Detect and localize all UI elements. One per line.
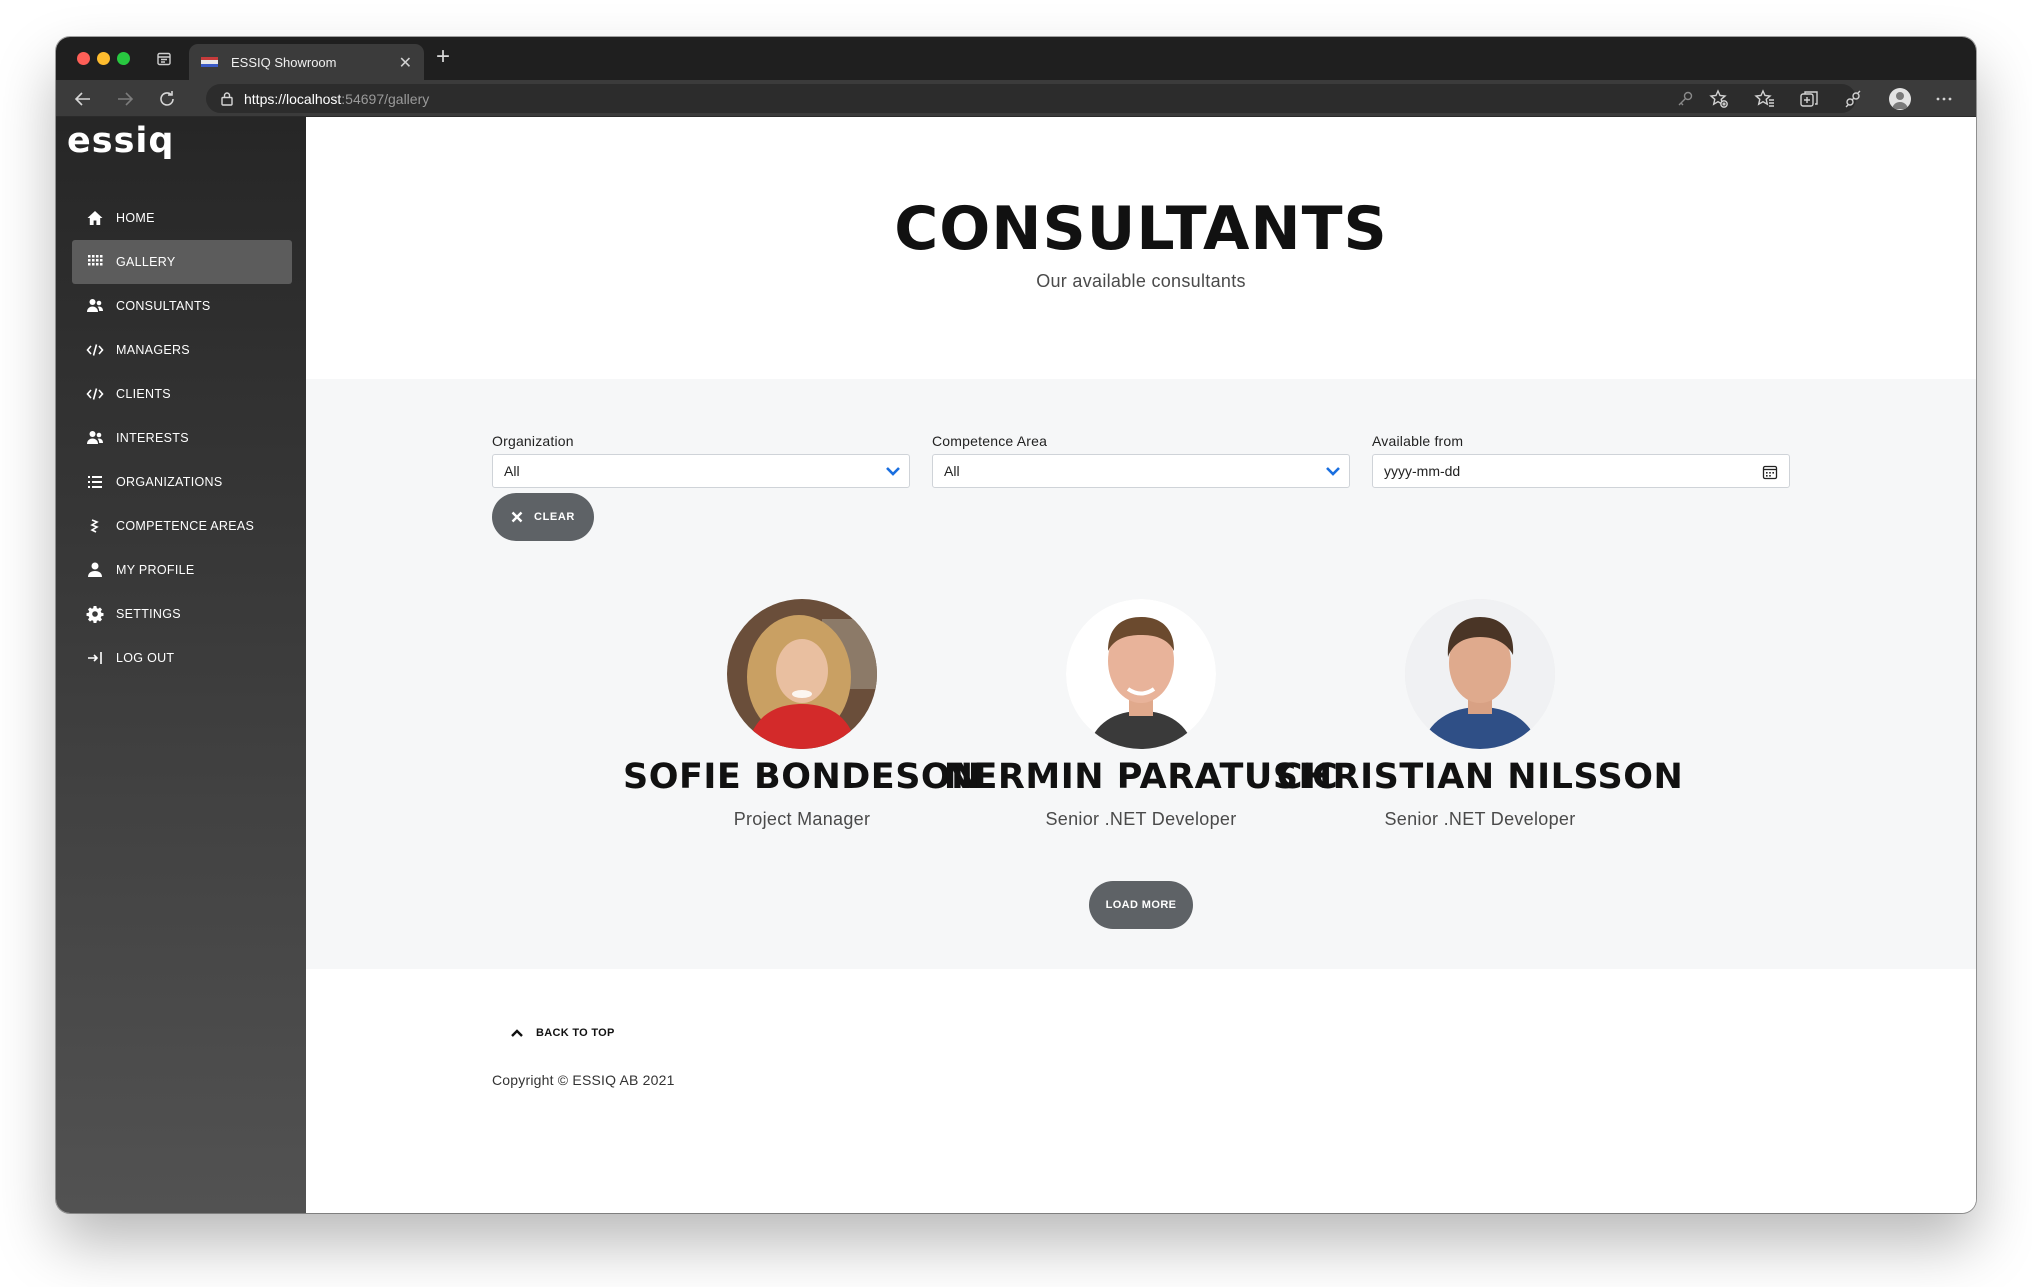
sidebar-item-clients[interactable]: CLIENTS — [72, 372, 292, 416]
favorites-icon[interactable] — [1754, 88, 1776, 110]
essiq-logo[interactable]: essiq — [67, 121, 174, 161]
app-root: essiq HOME GALLERY CONSULTANTS MANAGERS … — [56, 117, 1976, 1213]
consultant-photo[interactable] — [1066, 599, 1216, 749]
sidebar-item-label: HOME — [116, 211, 155, 225]
sidebar-item-label: INTERESTS — [116, 431, 189, 445]
sidebar-item-label: LOG OUT — [116, 651, 175, 665]
sidebar-item-settings[interactable]: SETTINGS — [72, 592, 292, 636]
browser-window: ESSIQ Showroom ✕ + https://localhost:546… — [56, 37, 1976, 1213]
collections-icon[interactable] — [1798, 88, 1820, 110]
profile-avatar[interactable] — [1889, 88, 1911, 110]
sidebar-item-label: MANAGERS — [116, 343, 190, 357]
back-to-top-link[interactable]: BACK TO TOP — [510, 1027, 615, 1039]
sidebar-item-interests[interactable]: INTERESTS — [72, 416, 292, 460]
logout-icon — [88, 652, 102, 664]
clear-filters-button[interactable]: CLEAR — [492, 493, 594, 541]
grid-icon — [88, 255, 103, 266]
url-bar[interactable]: https://localhost:54697/gallery — [206, 84, 1856, 113]
forward-arrow-icon[interactable] — [114, 88, 136, 110]
hero-section: CONSULTANTS Our available consultants — [306, 117, 1976, 379]
add-favorite-icon[interactable] — [1708, 88, 1730, 110]
gear-icon — [86, 606, 104, 623]
available-from-placeholder: yyyy-mm-dd — [1384, 463, 1461, 479]
available-from-filter: Available from yyyy-mm-dd — [1372, 433, 1790, 488]
sidebar-item-label: CONSULTANTS — [116, 299, 211, 313]
users-icon — [87, 431, 103, 444]
sidebar-nav: HOME GALLERY CONSULTANTS MANAGERS CLIENT… — [72, 196, 292, 680]
sidebar-item-home[interactable]: HOME — [72, 196, 292, 240]
favicon-icon — [201, 57, 218, 67]
tab-close-icon[interactable]: ✕ — [399, 53, 412, 73]
sidebar-item-label: GALLERY — [116, 255, 176, 269]
lock-icon[interactable] — [220, 91, 234, 106]
main-content: CONSULTANTS Our available consultants Or… — [306, 117, 1976, 1213]
maximize-window-button[interactable] — [117, 52, 130, 65]
consultant-role: Senior .NET Developer — [1384, 809, 1576, 829]
consultant-card[interactable]: CHRISTIAN NILSSON Senior .NET Developer — [1270, 599, 1690, 830]
lightning-icon — [90, 519, 99, 533]
tab-title: ESSIQ Showroom — [231, 54, 337, 70]
sidebar-item-my-profile[interactable]: MY PROFILE — [72, 548, 292, 592]
competence-area-filter: Competence Area All — [932, 433, 1350, 488]
competence-area-value: All — [944, 463, 960, 479]
home-icon — [87, 211, 103, 225]
copyright-text: Copyright © ESSIQ AB 2021 — [492, 1072, 675, 1088]
sidebar-item-organizations[interactable]: ORGANIZATIONS — [72, 460, 292, 504]
code-icon — [86, 344, 104, 356]
clear-label: CLEAR — [534, 511, 575, 523]
available-from-date-input[interactable]: yyyy-mm-dd — [1372, 454, 1790, 488]
consultant-photo[interactable] — [1405, 599, 1555, 749]
browser-toolbar: https://localhost:54697/gallery — [56, 80, 1976, 117]
competence-area-select[interactable]: All — [932, 454, 1350, 488]
sidebar-item-managers[interactable]: MANAGERS — [72, 328, 292, 372]
organization-value: All — [504, 463, 520, 479]
competence-area-label: Competence Area — [932, 433, 1048, 449]
back-arrow-icon[interactable] — [72, 88, 94, 110]
reload-icon[interactable] — [156, 88, 178, 110]
new-tab-icon[interactable]: + — [436, 43, 450, 71]
calendar-icon[interactable] — [1762, 464, 1778, 480]
sidebar-item-log-out[interactable]: LOG OUT — [72, 636, 292, 680]
gallery-section: Organization All Competence Area All Ava… — [306, 379, 1976, 969]
back-to-top-label: BACK TO TOP — [536, 1027, 615, 1039]
user-icon — [88, 562, 102, 577]
chevron-up-icon — [511, 1029, 523, 1037]
minimize-window-button[interactable] — [97, 52, 110, 65]
code-icon — [86, 388, 104, 400]
key-icon[interactable] — [1674, 88, 1696, 110]
consultant-photo[interactable] — [727, 599, 877, 749]
browser-tab[interactable]: ESSIQ Showroom ✕ — [189, 44, 424, 80]
list-icon — [88, 476, 102, 488]
close-icon — [511, 511, 523, 523]
sidebar-item-competence-areas[interactable]: COMPETENCE AREAS — [72, 504, 292, 548]
sidebar: essiq HOME GALLERY CONSULTANTS MANAGERS … — [56, 117, 306, 1213]
consultant-name: CHRISTIAN NILSSON — [1276, 757, 1684, 797]
more-options-icon[interactable] — [1933, 88, 1955, 110]
tab-actions-icon[interactable] — [156, 51, 172, 67]
url-path: :54697/gallery — [341, 90, 430, 107]
sidebar-item-consultants[interactable]: CONSULTANTS — [72, 284, 292, 328]
sidebar-item-gallery[interactable]: GALLERY — [72, 240, 292, 284]
page-subtitle: Our available consultants — [1036, 271, 1246, 291]
extensions-icon[interactable] — [1842, 88, 1864, 110]
sidebar-item-label: ORGANIZATIONS — [116, 475, 223, 489]
load-more-button[interactable]: LOAD MORE — [1089, 881, 1193, 929]
available-from-label: Available from — [1372, 433, 1464, 449]
organization-select[interactable]: All — [492, 454, 910, 488]
users-icon — [87, 299, 103, 312]
sidebar-item-label: CLIENTS — [116, 387, 171, 401]
url-host: https://localhost — [244, 90, 342, 107]
sidebar-item-label: COMPETENCE AREAS — [116, 519, 255, 533]
browser-tab-bar: ESSIQ Showroom ✕ + — [56, 37, 1976, 80]
organization-label: Organization — [492, 433, 574, 449]
page-title: CONSULTANTS — [894, 194, 1388, 264]
close-window-button[interactable] — [77, 52, 90, 65]
organization-filter: Organization All — [492, 433, 910, 488]
sidebar-item-label: MY PROFILE — [116, 563, 195, 577]
chevron-down-icon — [886, 467, 900, 476]
sidebar-item-label: SETTINGS — [116, 607, 181, 621]
chevron-down-icon — [1326, 467, 1340, 476]
